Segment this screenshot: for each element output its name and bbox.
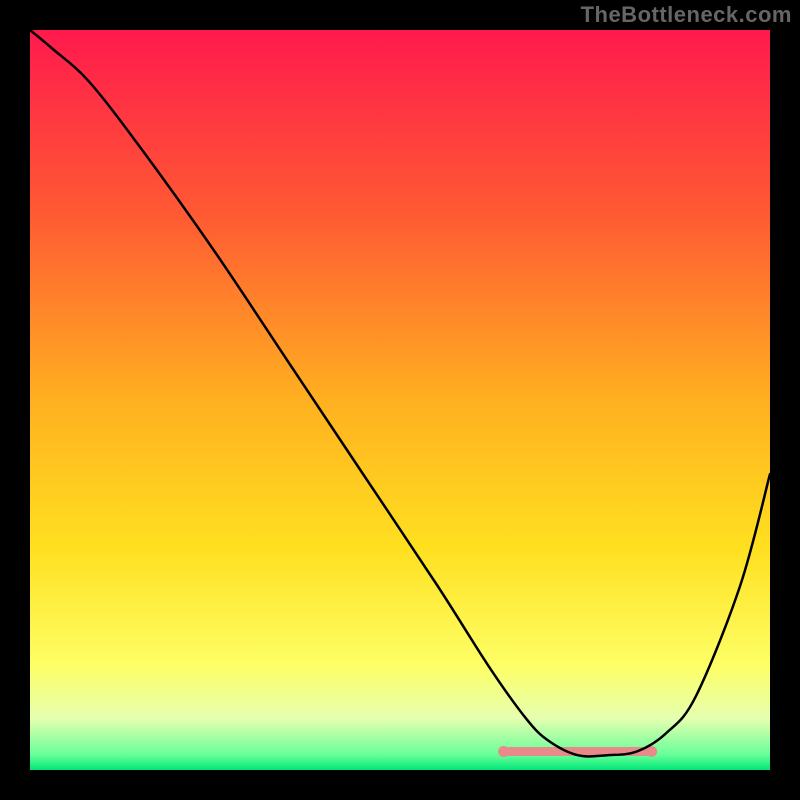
chart-container: TheBottleneck.com bbox=[0, 0, 800, 800]
watermark-label: TheBottleneck.com bbox=[581, 2, 792, 28]
plot-background bbox=[30, 30, 770, 770]
bottleneck-chart bbox=[0, 0, 800, 800]
